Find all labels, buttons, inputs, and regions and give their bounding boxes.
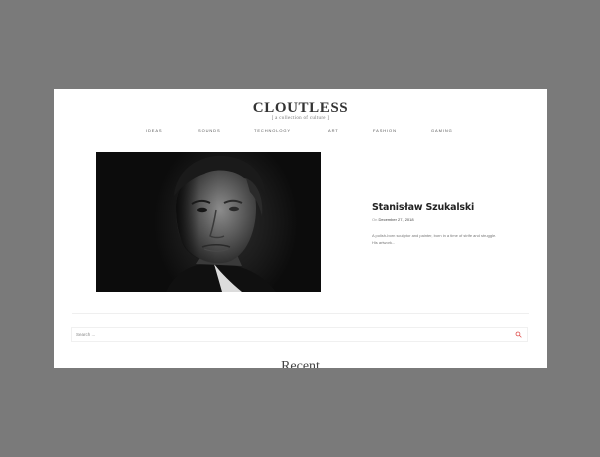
post-date[interactable]: December 27, 2018 (378, 217, 413, 222)
featured-post-image[interactable] (96, 152, 321, 292)
post-excerpt: A polish-born sculptor and painter, born… (372, 233, 497, 245)
nav-item-ideas[interactable]: IDEAS (146, 128, 163, 133)
search-input[interactable] (72, 328, 506, 341)
site-header: CLOUTLESS [ a collection of culture ] (54, 100, 547, 122)
nav-item-technology[interactable]: TECHNOLOGY (254, 128, 291, 133)
nav-item-art[interactable]: ART (328, 128, 339, 133)
post-meta: On December 27, 2018 (372, 217, 414, 222)
browser-viewport: CLOUTLESS [ a collection of culture ] ID… (54, 89, 547, 368)
search-icon[interactable] (515, 331, 522, 338)
post-title[interactable]: Stanisław Szukalski (372, 202, 474, 213)
post-meta-prefix: On (372, 217, 378, 222)
nav-item-fashion[interactable]: FASHION (373, 128, 397, 133)
site-logo[interactable]: CLOUTLESS (54, 100, 547, 116)
nav-item-sounds[interactable]: SOUNDS (198, 128, 221, 133)
recent-heading: Recent (281, 359, 320, 368)
search-bar (71, 327, 528, 342)
section-divider (72, 313, 529, 314)
site-tagline: [ a collection of culture ] (271, 116, 330, 121)
nav-item-gaming[interactable]: GAMING (431, 128, 453, 133)
